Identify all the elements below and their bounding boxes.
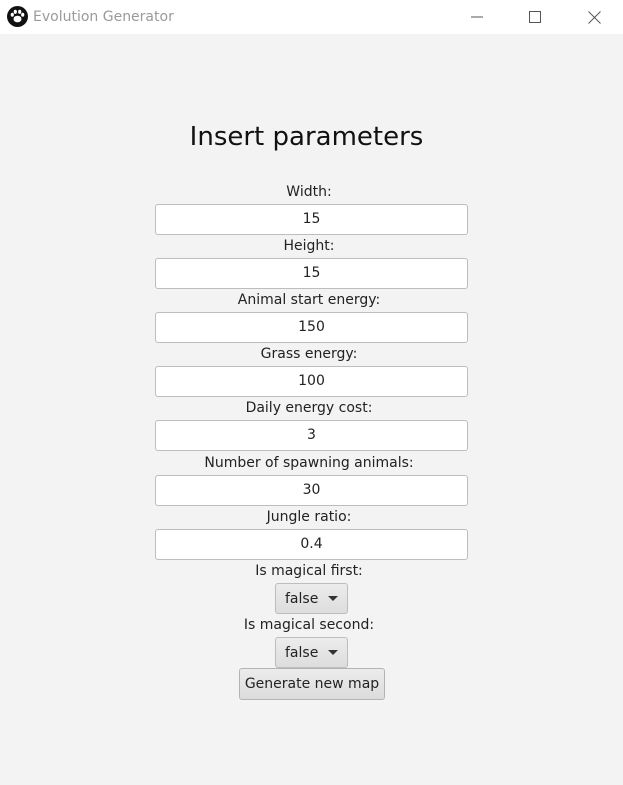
magical-second-select[interactable]: false <box>275 637 348 668</box>
magical-second-label: Is magical second: <box>243 617 375 633</box>
spawning-animals-input[interactable]: 30 <box>155 475 468 506</box>
chevron-down-icon <box>328 650 338 655</box>
maximize-button[interactable] <box>506 0 564 34</box>
magical-second-value: false <box>285 645 319 661</box>
window-title: Evolution Generator <box>33 9 174 25</box>
daily-energy-cost-input[interactable]: 3 <box>155 420 468 451</box>
grass-energy-input[interactable]: 100 <box>155 366 468 397</box>
maximize-icon <box>529 11 541 23</box>
spawning-animals-label: Number of spawning animals: <box>204 455 414 471</box>
page-title: Insert parameters <box>189 122 424 152</box>
daily-energy-cost-label: Daily energy cost: <box>245 400 373 416</box>
animal-start-energy-input[interactable]: 150 <box>155 312 468 343</box>
animal-start-energy-label: Animal start energy: <box>237 292 381 308</box>
close-icon <box>587 10 601 24</box>
height-input[interactable]: 15 <box>155 258 468 289</box>
grass-energy-label: Grass energy: <box>260 346 358 362</box>
height-label: Height: <box>283 238 335 254</box>
jungle-ratio-label: Jungle ratio: <box>266 509 352 525</box>
magical-first-label: Is magical first: <box>255 563 363 579</box>
paw-icon <box>7 6 28 27</box>
jungle-ratio-input[interactable]: 0.4 <box>155 529 468 560</box>
minimize-icon <box>471 16 483 18</box>
magical-first-value: false <box>285 591 319 607</box>
close-button[interactable] <box>565 0 623 34</box>
generate-map-button[interactable]: Generate new map <box>239 668 385 700</box>
minimize-button[interactable] <box>448 0 506 34</box>
width-input[interactable]: 15 <box>155 204 468 235</box>
chevron-down-icon <box>328 596 338 601</box>
width-label: Width: <box>286 184 332 200</box>
title-bar: Evolution Generator <box>0 0 623 34</box>
magical-first-select[interactable]: false <box>275 583 348 614</box>
